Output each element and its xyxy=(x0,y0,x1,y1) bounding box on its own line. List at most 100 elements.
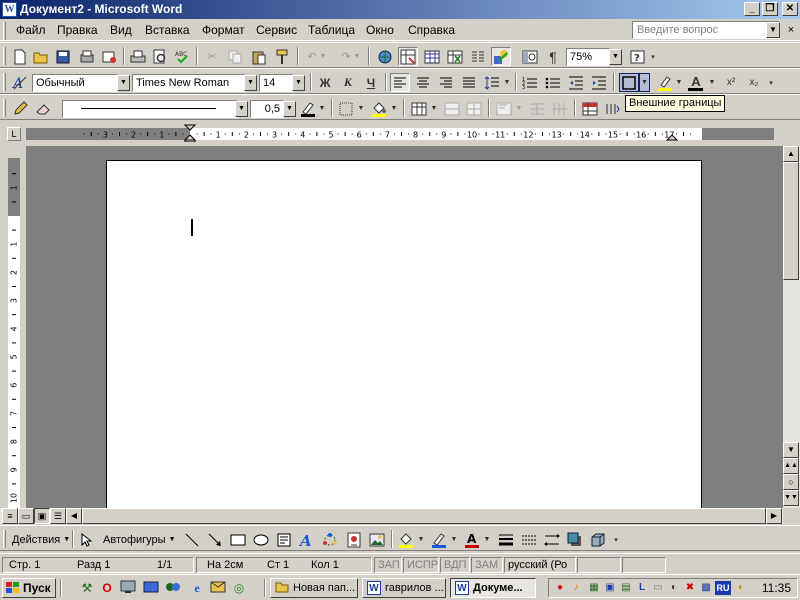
cell-alignment-icon[interactable] xyxy=(494,99,514,118)
italic-button[interactable]: К xyxy=(338,73,358,92)
shading-color-icon[interactable] xyxy=(369,99,389,118)
diagram-icon[interactable] xyxy=(320,530,340,549)
insert-table-icon[interactable] xyxy=(422,47,442,66)
change-text-direction-icon[interactable] xyxy=(603,99,623,118)
align-right-icon[interactable] xyxy=(436,73,456,92)
toolbar-options-arrow[interactable]: ▾ xyxy=(766,73,776,92)
task-folder[interactable]: Новая пап... xyxy=(270,578,358,598)
dash-style-icon[interactable] xyxy=(519,530,539,549)
tray-disconnected-icon[interactable]: ✖ xyxy=(683,581,697,595)
scroll-down-button[interactable]: ▼ xyxy=(783,442,799,458)
permission-icon[interactable] xyxy=(77,47,97,66)
3d-style-icon[interactable] xyxy=(588,530,608,549)
bullets-icon[interactable] xyxy=(543,73,563,92)
close-document-button[interactable]: × xyxy=(784,22,798,38)
next-page-button[interactable]: ▼▼ xyxy=(783,490,799,506)
tables-borders-icon[interactable] xyxy=(398,47,418,66)
cut-icon[interactable]: ✂ xyxy=(202,47,222,66)
status-trk[interactable]: ИСПР xyxy=(403,557,439,573)
toolbar-options-arrow[interactable]: ▾ xyxy=(648,47,658,66)
minimize-button[interactable]: _ xyxy=(744,2,760,16)
font-color-dropdown-arrow[interactable]: ▼ xyxy=(707,73,717,92)
select-browse-object-button[interactable]: ○ xyxy=(783,474,799,490)
scroll-right-button[interactable]: ▶ xyxy=(766,508,782,524)
quicklaunch-desktop-icon[interactable] xyxy=(143,580,159,596)
select-objects-icon[interactable] xyxy=(76,530,96,549)
align-center-icon[interactable] xyxy=(413,73,433,92)
menu-format[interactable]: Формат xyxy=(202,23,245,37)
fill-color-dropdown-arrow[interactable]: ▼ xyxy=(416,530,426,549)
superscript-button[interactable]: x² xyxy=(721,73,741,92)
insert-table-dropdown-arrow[interactable]: ▼ xyxy=(429,99,439,118)
email-icon[interactable] xyxy=(99,47,119,66)
quicklaunch-media-icon[interactable]: ◎ xyxy=(231,580,247,596)
menu-edit[interactable]: Правка xyxy=(57,23,98,37)
columns-icon[interactable] xyxy=(468,47,488,66)
split-cells-icon[interactable] xyxy=(464,99,484,118)
task-word-gavrilov[interactable]: W гаврилов ... xyxy=(362,578,446,598)
horizontal-scrollbar[interactable]: ≡ ▭ ▣ ☰ ◀ ▶ xyxy=(0,508,783,524)
border-color-icon[interactable] xyxy=(298,99,318,118)
save-icon[interactable] xyxy=(53,47,73,66)
autoshapes-menu-button[interactable]: Автофигуры ▼ xyxy=(101,530,179,549)
restore-button[interactable]: ❐ xyxy=(762,2,778,16)
font-size-dropdown-arrow[interactable]: ▼ xyxy=(292,75,305,91)
distribute-rows-icon[interactable] xyxy=(527,99,547,118)
quicklaunch-explorer-icon[interactable] xyxy=(120,580,136,596)
quicklaunch-ie-icon[interactable]: e xyxy=(189,580,205,596)
redo-dropdown-arrow[interactable]: ▼ xyxy=(352,47,362,66)
distribute-columns-icon[interactable] xyxy=(550,99,570,118)
numbering-icon[interactable]: 123 xyxy=(520,73,540,92)
help-icon[interactable]: ? xyxy=(628,47,648,66)
insert-table-grid-icon[interactable] xyxy=(409,99,429,118)
font-size-select[interactable]: 14 xyxy=(259,74,293,92)
arrow-style-icon[interactable] xyxy=(542,530,562,549)
merge-cells-icon[interactable] xyxy=(442,99,462,118)
web-layout-button[interactable]: ▭ xyxy=(18,508,34,524)
tray-security-icon[interactable]: ◐ xyxy=(667,581,681,595)
insert-picture-icon[interactable] xyxy=(367,530,387,549)
toolbar-grip[interactable] xyxy=(3,47,6,65)
status-ovr[interactable]: ЗАМ xyxy=(471,557,503,573)
line-color-icon[interactable] xyxy=(429,530,449,549)
tray-sound-icon[interactable]: ♪ xyxy=(569,581,583,595)
status-ext[interactable]: ВДП xyxy=(440,557,470,573)
spelling-icon[interactable]: ABC xyxy=(172,47,192,66)
menu-table[interactable]: Таблица xyxy=(308,23,355,37)
toolbar-options-arrow[interactable]: ▾ xyxy=(611,530,621,549)
highlight-icon[interactable] xyxy=(655,73,675,92)
eraser-icon[interactable] xyxy=(33,99,53,118)
clip-art-icon[interactable] xyxy=(344,530,364,549)
justify-icon[interactable] xyxy=(459,73,479,92)
line-spacing-dropdown-arrow[interactable]: ▼ xyxy=(502,73,512,92)
decrease-indent-icon[interactable] xyxy=(566,73,586,92)
tray-network-icon[interactable]: ▦ xyxy=(587,581,601,595)
scroll-up-button[interactable]: ▲ xyxy=(783,146,799,162)
menu-tools[interactable]: Сервис xyxy=(256,23,297,37)
line-weight-dropdown-arrow[interactable]: ▼ xyxy=(283,101,296,117)
help-question-input[interactable]: Введите вопрос xyxy=(632,21,780,39)
font-dropdown-arrow[interactable]: ▼ xyxy=(244,75,257,91)
clock[interactable]: 11:35 xyxy=(762,581,791,595)
menubar-grip[interactable] xyxy=(3,22,6,40)
outline-view-button[interactable]: ☰ xyxy=(50,508,66,524)
line-style-dropdown-arrow[interactable]: ▼ xyxy=(235,101,248,117)
tray-language-indicator[interactable]: RU xyxy=(715,581,731,595)
tray-display-icon[interactable]: ▣ xyxy=(603,581,617,595)
toolbar-grip[interactable] xyxy=(3,99,6,117)
print-icon[interactable] xyxy=(128,47,148,66)
font-color-icon[interactable]: A xyxy=(686,73,706,92)
line-weight-select[interactable]: 0,5 xyxy=(250,100,284,118)
menu-help[interactable]: Справка xyxy=(408,23,455,37)
subscript-button[interactable]: x₂ xyxy=(744,73,764,92)
style-select[interactable]: Обычный xyxy=(32,74,118,92)
tray-speaker-icon[interactable]: ◖ xyxy=(733,581,747,595)
tray-monitor-icon[interactable]: ▩ xyxy=(699,581,713,595)
styles-formatting-icon[interactable]: A xyxy=(10,73,30,92)
shadow-style-icon[interactable] xyxy=(565,530,585,549)
tray-antivirus-icon[interactable]: ● xyxy=(553,581,567,595)
oval-icon[interactable] xyxy=(251,530,271,549)
document-map-icon[interactable] xyxy=(520,47,540,66)
undo-dropdown-arrow[interactable]: ▼ xyxy=(318,47,328,66)
borders-dropdown-arrow[interactable]: ▼ xyxy=(356,99,366,118)
